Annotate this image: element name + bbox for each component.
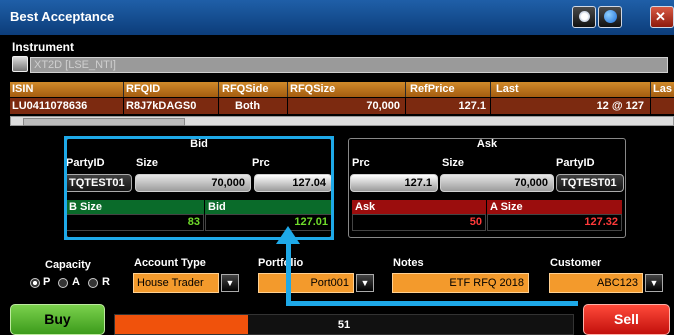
column-divider (123, 82, 124, 97)
column-divider (490, 98, 491, 114)
column-divider (287, 98, 288, 114)
dropdown-arrow-icon: ▼ (360, 278, 370, 288)
capacity-label: Capacity (45, 259, 91, 271)
column-header-rfqsize[interactable]: RFQSize (290, 82, 335, 97)
ask-partyid-label: PartyID (556, 157, 595, 169)
cell-rfqsize: 70,000 (366, 100, 400, 112)
ask-asize-header: A Size (487, 200, 622, 214)
annotation-arrow-horizontal (286, 301, 578, 306)
column-divider (405, 82, 406, 97)
instrument-toggle[interactable] (12, 56, 28, 72)
help-icon (579, 11, 590, 22)
notes-label: Notes (393, 257, 424, 269)
column-header-rfqside[interactable]: RFQSide (222, 82, 268, 97)
countdown-bar: 51 (114, 314, 574, 335)
ask-prc-value: 127.1 (350, 174, 438, 192)
countdown-value: 51 (337, 319, 351, 331)
close-button[interactable]: ✕ (650, 6, 674, 28)
ask-ask-value: 50 (352, 214, 486, 231)
column-header-last[interactable]: Last (496, 82, 519, 97)
capacity-option-r: R (102, 276, 110, 288)
bid-highlight-frame (64, 136, 334, 240)
instrument-label: Instrument (12, 40, 75, 54)
dropdown-arrow-icon: ▼ (225, 278, 235, 288)
capacity-radio-a[interactable] (58, 278, 68, 288)
column-header-refprice[interactable]: RefPrice (410, 82, 455, 97)
ask-ask-header: Ask (352, 200, 486, 214)
window-title: Best Acceptance (10, 9, 115, 24)
buy-button[interactable]: Buy (10, 304, 105, 335)
customer-label: Customer (550, 257, 602, 269)
capacity-radio-p[interactable] (30, 278, 40, 288)
portfolio-label: Portfolio (258, 257, 304, 269)
sell-button[interactable]: Sell (583, 304, 670, 335)
table-row[interactable]: LU0411078636 R8J7kDAGS0 Both 70,000 127.… (10, 98, 674, 114)
cell-last: 12 @ 127 (596, 100, 644, 112)
notes-input[interactable]: ETF RFQ 2018 (392, 273, 529, 293)
globe-icon (604, 10, 617, 23)
ask-partyid-value: TQTEST01 (556, 174, 624, 192)
account-type-select[interactable]: House Trader (133, 273, 219, 293)
column-divider (218, 98, 219, 114)
scrollbar-thumb[interactable] (23, 118, 185, 126)
cell-refprice: 127.1 (458, 100, 486, 112)
grid-header: ISIN RFQID RFQSide RFQSize RefPrice Last… (10, 82, 674, 97)
cell-rfqid: R8J7kDAGS0 (126, 100, 197, 112)
customer-select[interactable]: ABC123 (549, 273, 643, 293)
column-divider (650, 82, 651, 97)
portfolio-select[interactable]: Port001 (258, 273, 354, 293)
capacity-option-p: P (43, 276, 51, 288)
dropdown-arrow-icon: ▼ (649, 278, 659, 288)
cell-rfqside: Both (235, 100, 261, 112)
column-header-isin[interactable]: ISIN (12, 82, 33, 97)
column-header-las[interactable]: Las (653, 82, 672, 97)
instrument-field[interactable]: XT2D [LSE_NTI] (30, 57, 668, 73)
title-bar: Best Acceptance ✕ (0, 0, 674, 35)
close-icon: ✕ (655, 9, 666, 24)
ask-panel-title: Ask (476, 138, 498, 150)
annotation-arrow-vertical (286, 240, 291, 306)
ask-size-label: Size (442, 157, 465, 169)
annotation-arrow-head (276, 226, 300, 244)
horizontal-scrollbar[interactable] (10, 116, 674, 126)
account-type-label: Account Type (134, 257, 206, 269)
ask-size-value: 70,000 (440, 174, 554, 192)
help-button[interactable] (572, 6, 596, 28)
column-divider (123, 98, 124, 114)
column-divider (405, 98, 406, 114)
ask-asize-value: 127.32 (487, 214, 622, 231)
column-divider (287, 82, 288, 97)
column-divider (218, 82, 219, 97)
account-type-dropdown-button[interactable]: ▼ (221, 274, 239, 292)
cell-isin: LU0411078636 (12, 100, 88, 112)
portfolio-dropdown-button[interactable]: ▼ (356, 274, 374, 292)
ask-prc-label: Prc (352, 157, 370, 169)
customer-dropdown-button[interactable]: ▼ (645, 274, 663, 292)
column-divider (650, 98, 651, 114)
column-divider (490, 82, 491, 97)
globe-button[interactable] (598, 6, 622, 28)
column-header-rfqid[interactable]: RFQID (126, 82, 160, 97)
capacity-option-a: A (72, 276, 80, 288)
capacity-radio-r[interactable] (88, 278, 98, 288)
